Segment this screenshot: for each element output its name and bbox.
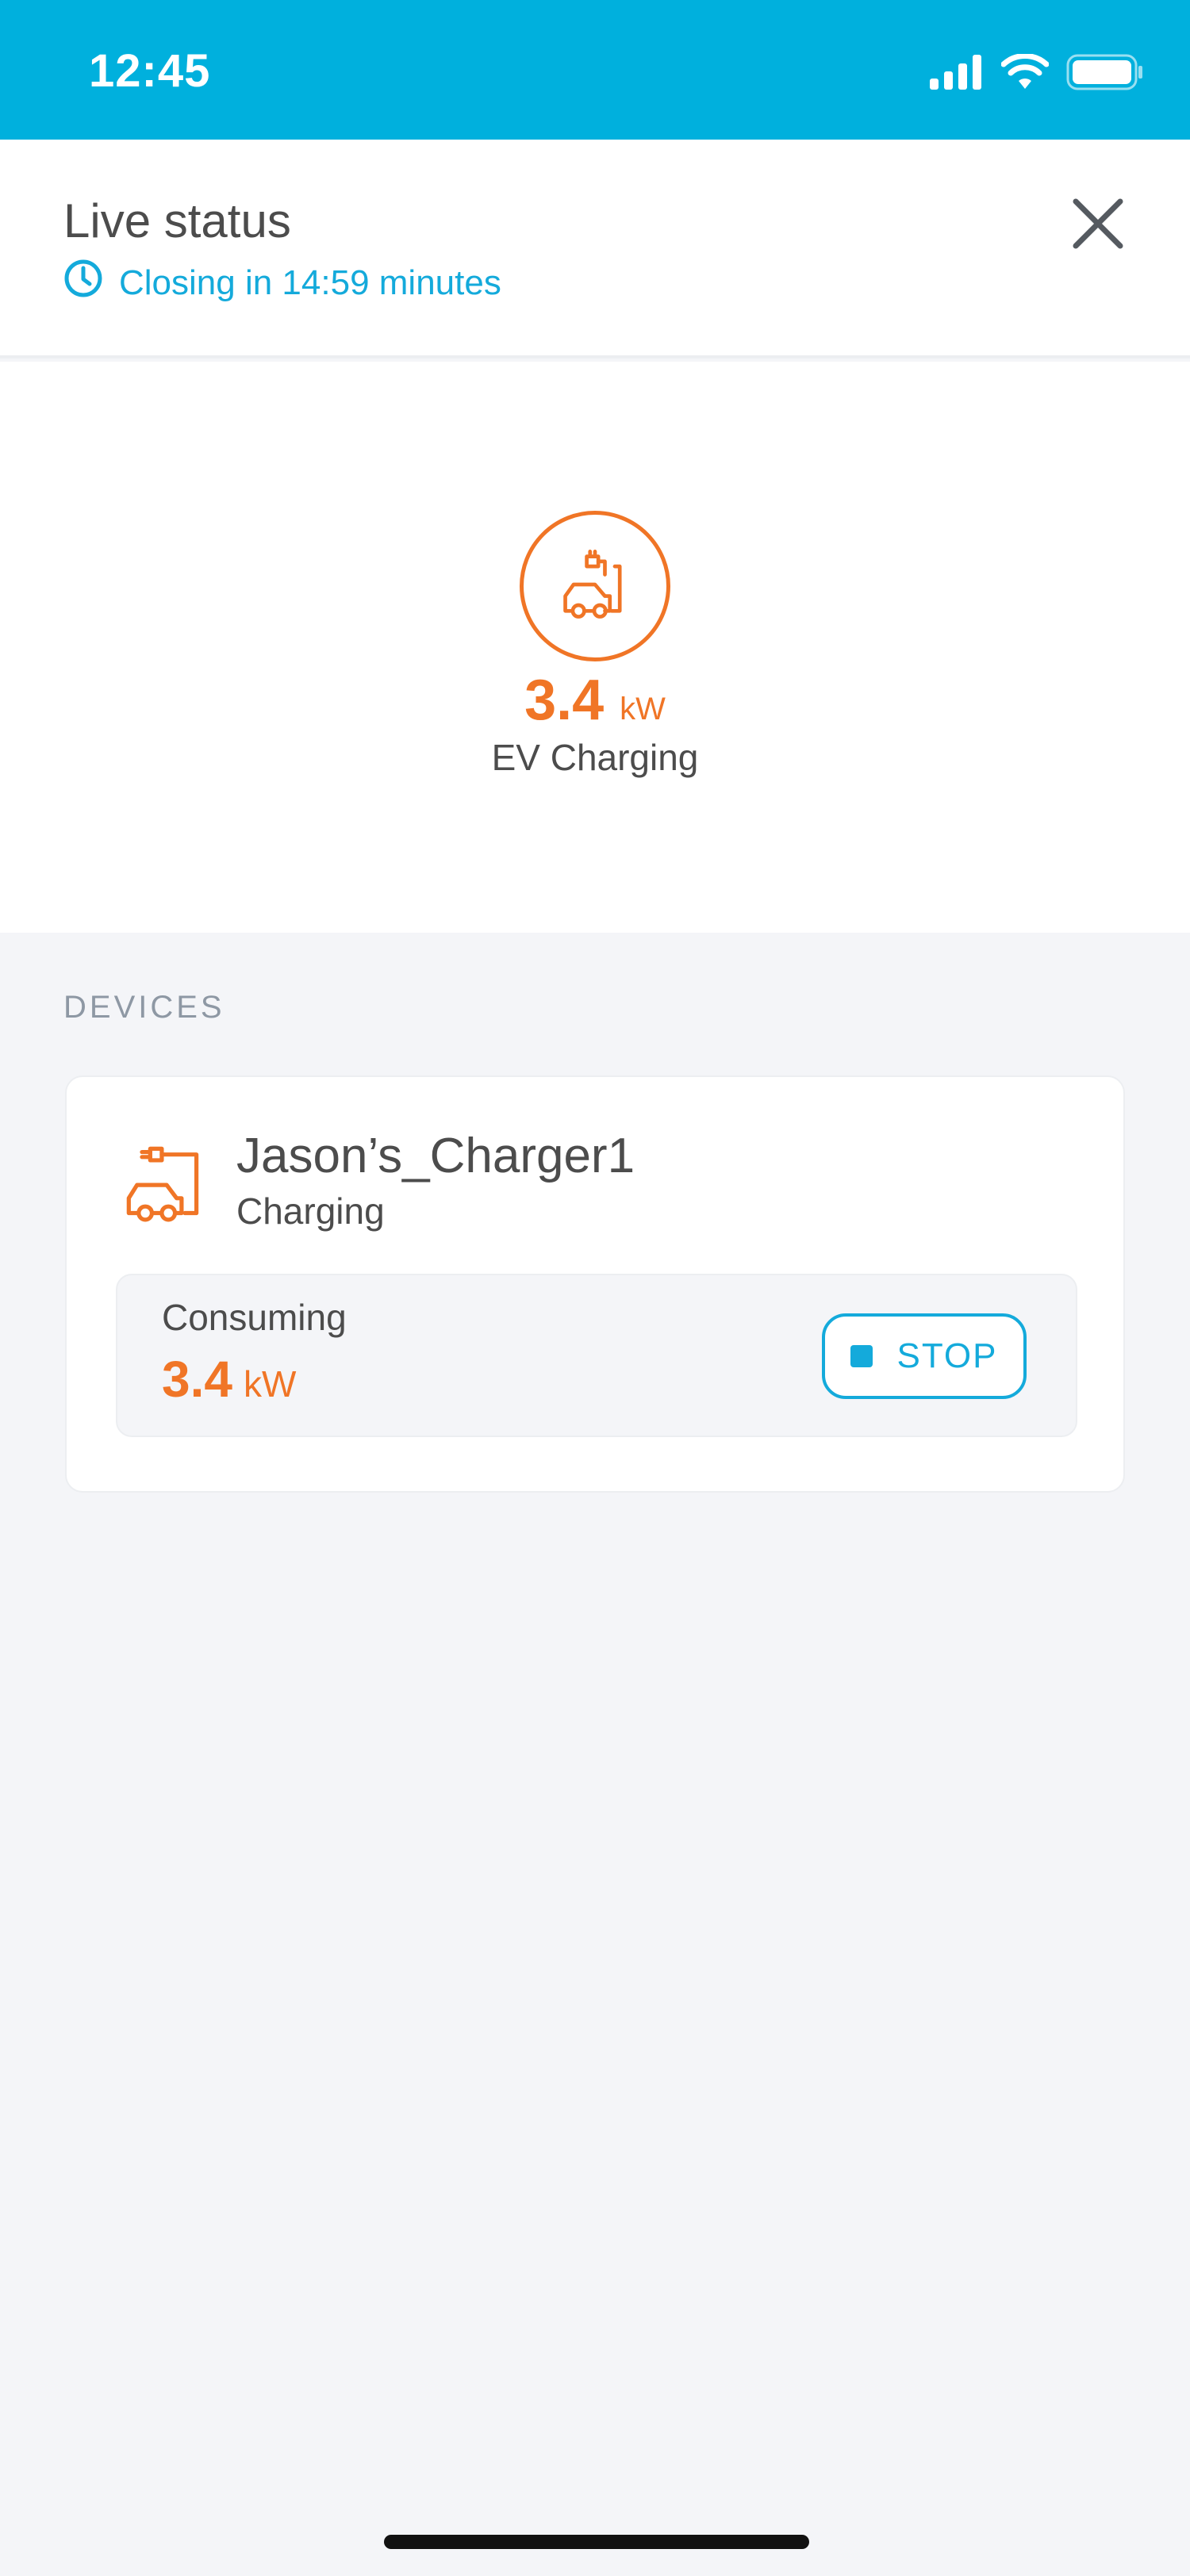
- countdown-text: Closing in 14:59 minutes: [119, 263, 501, 302]
- ev-charging-icon-circle: [520, 511, 670, 661]
- device-name: Jason’s_Charger1: [236, 1129, 635, 1183]
- close-button[interactable]: [1068, 195, 1128, 255]
- hero-power-value: 3.4: [524, 669, 605, 732]
- consuming-label: Consuming: [162, 1297, 347, 1338]
- wifi-icon: [1000, 53, 1050, 94]
- clock-icon: [63, 259, 103, 307]
- status-time: 12:45: [89, 45, 211, 97]
- close-icon: [1073, 198, 1123, 253]
- closing-countdown: Closing in 14:59 minutes: [63, 259, 501, 307]
- stop-button[interactable]: STOP: [822, 1313, 1027, 1399]
- ev-charger-icon: [122, 1140, 205, 1227]
- live-status-header: Live status Closing in 14:59 minutes: [0, 140, 1190, 358]
- consumption-panel: Consuming 3.4 kW STOP: [116, 1274, 1077, 1437]
- consuming-value: 3.4: [162, 1351, 232, 1408]
- cellular-signal-icon: [930, 55, 984, 94]
- page-title: Live status: [63, 194, 291, 247]
- status-bar: 12:45: [0, 0, 1190, 140]
- hero-power-unit: kW: [620, 692, 666, 726]
- status-icons: [930, 53, 1144, 94]
- hero-power-reading: 3.4 kW: [0, 668, 1190, 733]
- consuming-reading: 3.4 kW: [162, 1350, 296, 1409]
- stop-label: STOP: [896, 1336, 998, 1375]
- live-power-summary: 3.4 kW EV Charging: [0, 362, 1190, 933]
- battery-icon: [1066, 54, 1144, 94]
- devices-section-title: DEVICES: [63, 990, 225, 1025]
- ev-charging-icon: [554, 543, 636, 630]
- device-status: Charging: [236, 1190, 385, 1232]
- device-card[interactable]: Jason’s_Charger1 Charging Consuming 3.4 k…: [65, 1075, 1125, 1493]
- stop-icon: [850, 1345, 873, 1367]
- home-indicator[interactable]: [384, 2535, 809, 2549]
- consuming-unit: kW: [243, 1363, 297, 1405]
- hero-label: EV Charging: [491, 737, 699, 778]
